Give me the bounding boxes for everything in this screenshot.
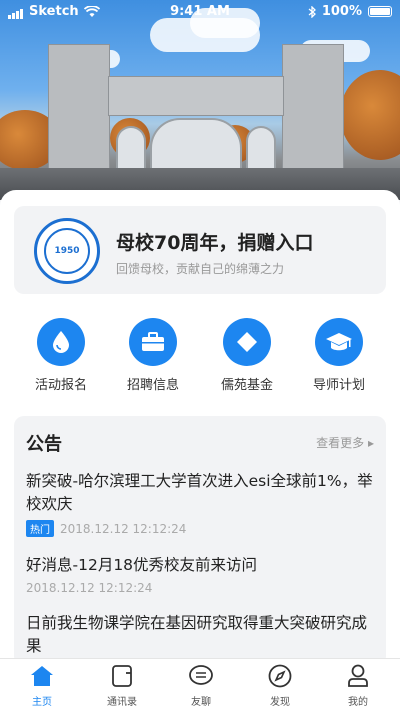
quick-action-jobs[interactable]: 招聘信息	[107, 318, 199, 393]
donate-subtitle: 回馈母校，贡献自己的绵薄之力	[116, 262, 285, 276]
tab-discover[interactable]: 发现	[240, 663, 320, 708]
logo-year: 1950	[54, 246, 80, 256]
quick-action-mentor[interactable]: 导师计划	[293, 318, 385, 393]
news-title: 日前我生物课学院在基因研究取得重大突破研究成果	[26, 614, 368, 655]
tab-label: 我的	[348, 697, 368, 708]
view-more-link[interactable]: 查看更多 ▸	[316, 434, 374, 451]
news-item[interactable]: 日前我生物课学院在基因研究取得重大突破研究成果	[26, 612, 374, 658]
hot-badge: 热门	[26, 520, 54, 537]
graduation-cap-icon	[326, 333, 352, 351]
user-icon	[348, 664, 368, 687]
battery-icon	[368, 6, 392, 17]
quick-actions: 活动报名 招聘信息 儒苑基金 导师计划	[0, 318, 400, 398]
quick-action-fund[interactable]: 儒苑基金	[201, 318, 293, 393]
quick-action-label: 导师计划	[312, 378, 365, 393]
contacts-icon	[112, 665, 132, 687]
tab-label: 通讯录	[107, 697, 137, 708]
bottom-tab-bar: 主页 通讯录 友聊 发现 我的	[0, 658, 400, 710]
view-more-label: 查看更多	[316, 436, 365, 450]
quick-action-event-signup[interactable]: 活动报名	[15, 318, 107, 393]
donate-title: 母校70周年，捐赠入口	[116, 232, 314, 254]
water-drop-icon	[53, 331, 69, 353]
notice-title: 公告	[26, 434, 62, 455]
news-time: 2018.12.12 12:12:24	[26, 581, 153, 595]
chevron-right-icon: ▸	[367, 436, 374, 450]
status-bar: Sketch 9:41 AM 100%	[0, 0, 400, 24]
battery-percent: 100%	[321, 4, 362, 19]
university-logo: 1950	[34, 218, 100, 284]
quick-action-label: 招聘信息	[126, 378, 179, 393]
hero-banner-image	[0, 0, 400, 200]
compass-icon	[268, 664, 292, 688]
news-item[interactable]: 好消息-12月18优秀校友前来访问 2018.12.12 12:12:24	[26, 554, 374, 595]
news-title: 好消息-12月18优秀校友前来访问	[26, 556, 258, 574]
quick-action-label: 儒苑基金	[220, 378, 273, 393]
donate-card[interactable]: 1950 母校70周年，捐赠入口 回馈母校，贡献自己的绵薄之力	[14, 206, 386, 294]
notice-panel: 公告 查看更多 ▸ 新突破-哈尔滨理工大学首次进入esi全球前1%，举校欢庆 热…	[14, 416, 386, 666]
news-time: 2018.12.12 12:12:24	[60, 521, 187, 536]
tab-me[interactable]: 我的	[318, 663, 398, 708]
tab-home[interactable]: 主页	[2, 663, 82, 708]
briefcase-icon	[142, 332, 164, 351]
tab-label: 主页	[32, 697, 52, 708]
diamond-icon	[237, 332, 257, 352]
main-content: 1950 母校70周年，捐赠入口 回馈母校，贡献自己的绵薄之力 活动报名 招聘信…	[0, 190, 400, 666]
chat-icon	[189, 665, 213, 685]
tab-contacts[interactable]: 通讯录	[82, 663, 162, 708]
home-icon	[31, 666, 53, 686]
tab-label: 友聊	[191, 697, 211, 708]
quick-action-label: 活动报名	[34, 378, 87, 393]
news-title: 新突破-哈尔滨理工大学首次进入esi全球前1%，举校欢庆	[26, 472, 373, 513]
tab-label: 发现	[270, 697, 290, 708]
tab-chat[interactable]: 友聊	[161, 663, 241, 708]
news-item[interactable]: 新突破-哈尔滨理工大学首次进入esi全球前1%，举校欢庆 热门 2018.12.…	[26, 470, 374, 537]
bluetooth-icon	[308, 5, 316, 18]
